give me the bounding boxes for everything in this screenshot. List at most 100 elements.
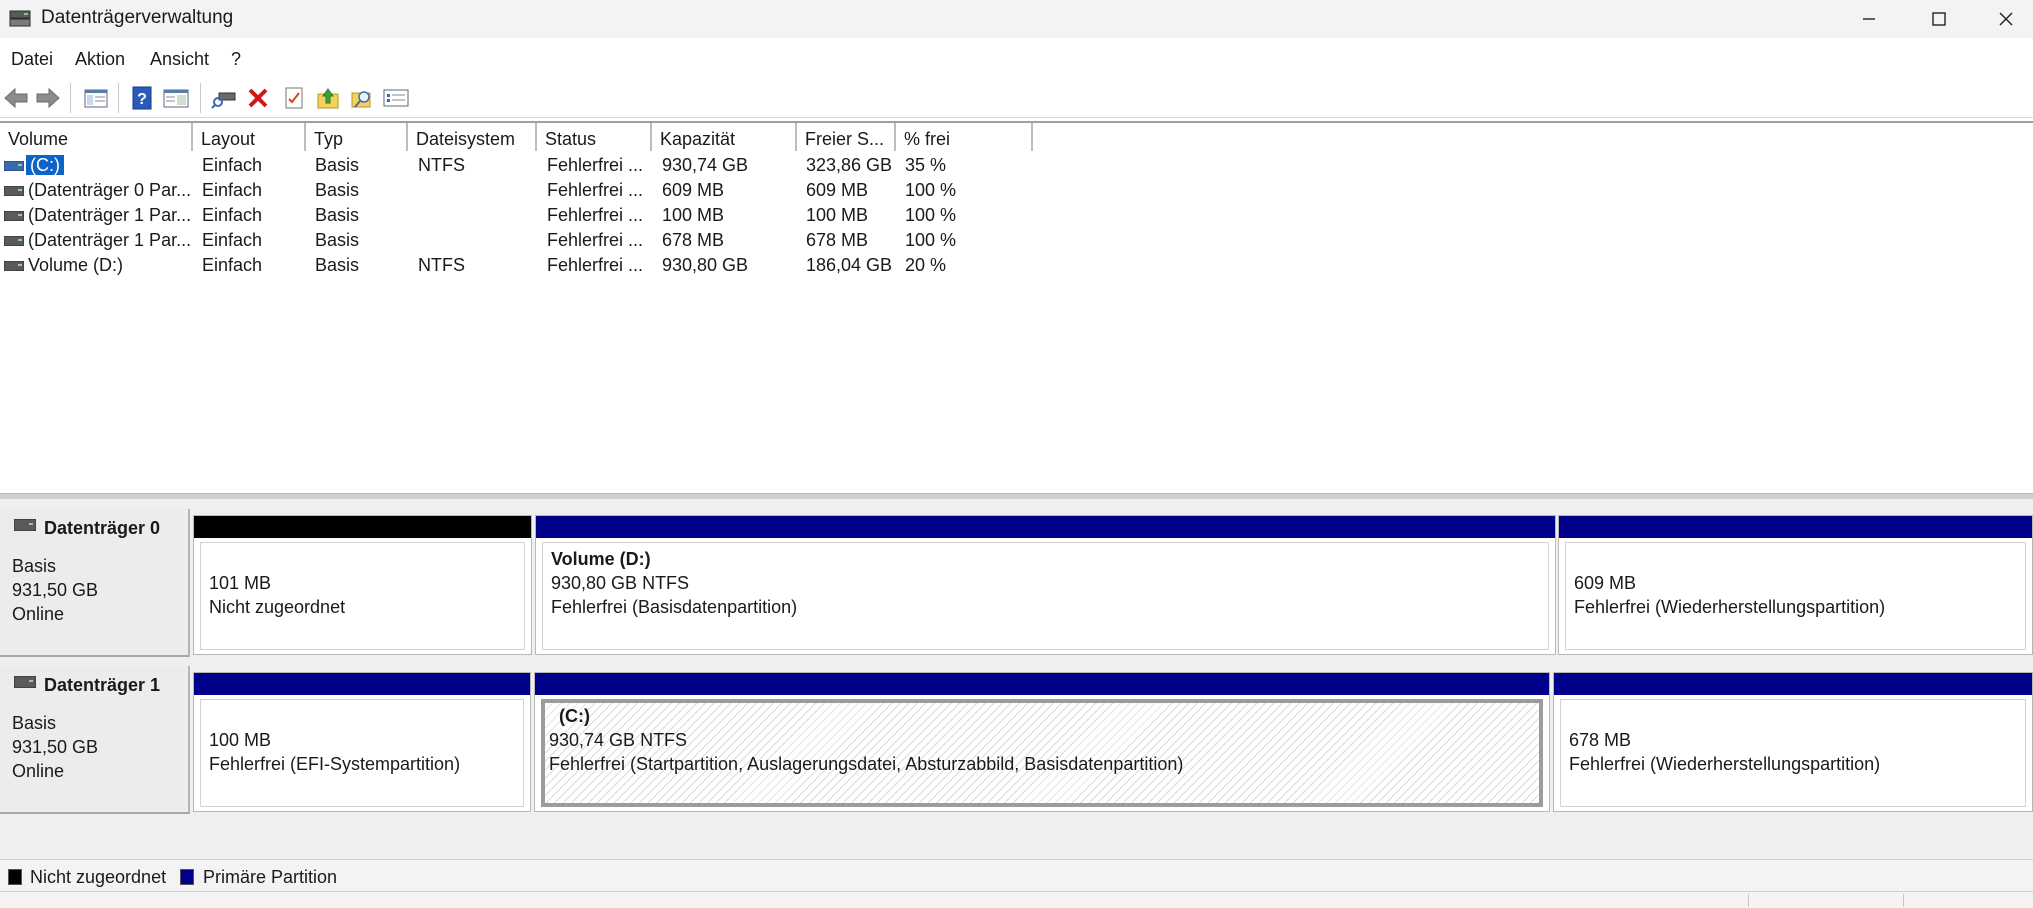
partition-size: 930,74 GB NTFS: [549, 730, 688, 750]
search-folder-button[interactable]: [348, 84, 376, 112]
free-space-cell: 678 MB: [806, 230, 869, 250]
type-cell: Basis: [315, 155, 360, 175]
menu-ansicht[interactable]: Ansicht: [150, 49, 209, 70]
volume-icon: [4, 186, 24, 196]
maximize-icon: [1932, 12, 1946, 26]
minimize-button[interactable]: [1834, 0, 1904, 38]
free-space-cell: 323,86 GB: [806, 155, 893, 175]
partition-size: 609 MB: [1574, 573, 1637, 593]
capacity-cell: 100 MB: [662, 205, 725, 225]
properties-view-icon: [163, 89, 189, 108]
connect-disk-button[interactable]: [210, 84, 238, 112]
minimize-icon: [1863, 18, 1875, 20]
volume-row[interactable]: (Datenträger 0 Par... Einfach Basis Fehl…: [0, 178, 1040, 203]
svg-text:?: ?: [137, 91, 147, 108]
column-header-kapazitaet[interactable]: Kapazität: [652, 123, 797, 151]
partition-size: 678 MB: [1569, 730, 1632, 750]
partition-body: 101 MB Nicht zugeordnet: [200, 542, 525, 650]
maximize-button[interactable]: [1904, 0, 1974, 38]
disk-1-label[interactable]: Datenträger 1 Basis 931,50 GB Online: [0, 666, 190, 814]
partition-status: Nicht zugeordnet: [209, 597, 346, 617]
menu-datei[interactable]: Datei: [11, 49, 53, 70]
volume-name: (Datenträger 0 Par...: [28, 180, 192, 200]
column-header-dateisystem[interactable]: Dateisystem: [408, 123, 537, 151]
disk-management-app-icon: [9, 10, 31, 27]
type-cell: Basis: [315, 180, 360, 200]
close-button[interactable]: [1971, 0, 2033, 38]
menu-bar: Datei Aktion Ansicht ?: [0, 38, 2033, 78]
help-icon: ?: [132, 86, 152, 110]
free-space-cell: 186,04 GB: [806, 255, 893, 275]
toolbar-separator: [70, 83, 71, 113]
column-header-prozent-frei[interactable]: % frei: [896, 123, 1033, 151]
volume-row[interactable]: Volume (D:) Einfach Basis NTFS Fehlerfre…: [0, 253, 1040, 278]
volume-icon: [4, 236, 24, 246]
disk-name: Datenträger 1: [44, 675, 161, 695]
filesystem-cell: NTFS: [418, 255, 465, 275]
properties-view-button[interactable]: [162, 84, 190, 112]
column-header-status[interactable]: Status: [537, 123, 652, 151]
volume-row[interactable]: (C:) Einfach Basis NTFS Fehlerfrei ... 9…: [0, 153, 1040, 178]
forward-button[interactable]: [34, 84, 62, 112]
layout-cell: Einfach: [202, 205, 263, 225]
partition-status: Fehlerfrei (Basisdatenpartition): [551, 597, 798, 617]
status-cell: Fehlerfrei ...: [547, 205, 644, 225]
export-button[interactable]: [314, 84, 342, 112]
disk-size: 931,50 GB: [12, 737, 99, 757]
volume-list-header: Volume Layout Typ Dateisystem Status Kap…: [0, 123, 2033, 151]
volume-row[interactable]: (Datenträger 1 Par... Einfach Basis Fehl…: [0, 228, 1040, 253]
status-cell: Fehlerfrei ...: [547, 180, 644, 200]
column-header-layout[interactable]: Layout: [193, 123, 306, 151]
partition-title: Volume (D:): [551, 549, 651, 569]
disk-state: Online: [12, 604, 65, 624]
settings-list-button[interactable]: [382, 84, 410, 112]
disk-name: Datenträger 0: [44, 518, 161, 538]
column-header-freier-speicher[interactable]: Freier S...: [797, 123, 896, 151]
partition-recovery-1[interactable]: 678 MB Fehlerfrei (Wiederherstellungspar…: [1553, 672, 2033, 812]
partition-bar: [535, 673, 1549, 695]
checklist-button[interactable]: [280, 84, 308, 112]
legend-label-unallocated: Nicht zugeordnet: [30, 867, 167, 887]
console-tree-button[interactable]: [82, 84, 110, 112]
delete-icon: [248, 88, 268, 108]
partition-title: (C:): [559, 706, 590, 726]
volume-name: (Datenträger 1 Par...: [28, 230, 192, 250]
layout-cell: Einfach: [202, 230, 263, 250]
partition-status: Fehlerfrei (EFI-Systempartition): [209, 754, 461, 774]
percent-free-cell: 35 %: [905, 155, 947, 175]
percent-free-cell: 100 %: [905, 180, 957, 200]
disk-state: Online: [12, 761, 65, 781]
partition-bar: [1554, 673, 2032, 695]
legend: Nicht zugeordnet Primäre Partition: [0, 859, 2033, 891]
disk-type: Basis: [12, 713, 57, 733]
delete-button[interactable]: [244, 84, 272, 112]
partition-recovery-0[interactable]: 609 MB Fehlerfrei (Wiederherstellungspar…: [1558, 515, 2033, 655]
volume-name: (Datenträger 1 Par...: [28, 205, 192, 225]
layout-cell: Einfach: [202, 155, 263, 175]
percent-free-cell: 100 %: [905, 230, 957, 250]
column-header-typ[interactable]: Typ: [306, 123, 408, 151]
partition-volume-c[interactable]: (C:) 930,74 GB NTFS Fehlerfrei (Startpar…: [534, 672, 1550, 812]
legend-swatch-unallocated: [8, 869, 22, 885]
type-cell: Basis: [315, 255, 360, 275]
partition-volume-d[interactable]: Volume (D:) 930,80 GB NTFS Fehlerfrei (B…: [535, 515, 1556, 655]
status-separator: [1903, 894, 1904, 907]
disk-0-label[interactable]: Datenträger 0 Basis 931,50 GB Online: [0, 509, 190, 657]
volume-row[interactable]: (Datenträger 1 Par... Einfach Basis Fehl…: [0, 203, 1040, 228]
volume-name: Volume (D:): [28, 255, 124, 275]
partition-bar: [194, 516, 531, 538]
layout-cell: Einfach: [202, 180, 263, 200]
partition-unallocated[interactable]: 101 MB Nicht zugeordnet: [193, 515, 532, 655]
help-button[interactable]: ?: [128, 84, 156, 112]
type-cell: Basis: [315, 205, 360, 225]
menu-aktion[interactable]: Aktion: [75, 49, 125, 70]
back-button[interactable]: [2, 84, 30, 112]
partition-efi[interactable]: 100 MB Fehlerfrei (EFI-Systempartition): [193, 672, 531, 812]
capacity-cell: 930,80 GB: [662, 255, 749, 275]
menu-help[interactable]: ?: [231, 49, 241, 70]
forward-icon: [36, 87, 60, 109]
partition-status: Fehlerfrei (Startpartition, Auslagerungs…: [549, 754, 1184, 774]
column-header-volume[interactable]: Volume: [0, 123, 193, 151]
capacity-cell: 930,74 GB: [662, 155, 749, 175]
partition-status: Fehlerfrei (Wiederherstellungspartition): [1569, 754, 1881, 774]
